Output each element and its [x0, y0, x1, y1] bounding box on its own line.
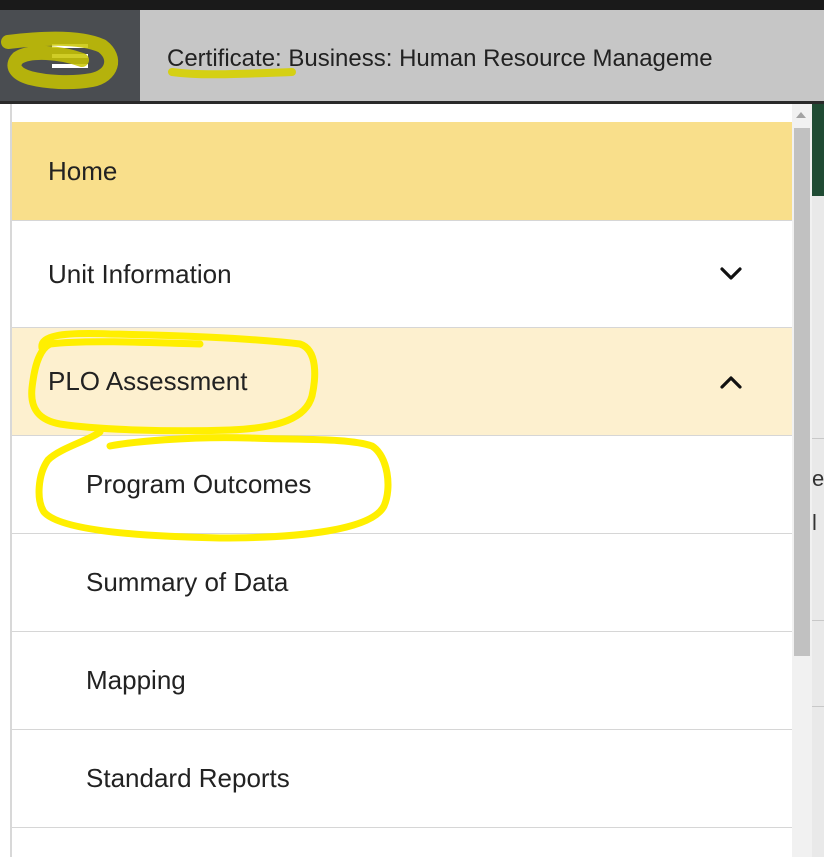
- scrollbar-thumb[interactable]: [794, 128, 810, 656]
- background-divider: [812, 438, 824, 439]
- page-title: Certificate: Business: Human Resource Ma…: [167, 45, 713, 72]
- menu-item-label: Home: [48, 155, 118, 186]
- background-divider: [812, 706, 824, 707]
- menu-item-mapping[interactable]: Mapping: [12, 632, 792, 730]
- menu-toggle-button[interactable]: [0, 10, 140, 102]
- menu-item-unit-information[interactable]: Unit Information: [12, 221, 792, 328]
- menu-item-program-outcomes[interactable]: Program Outcomes: [12, 436, 792, 534]
- menu-item-label: Standard Reports: [86, 763, 290, 793]
- menu-item-standard-reports[interactable]: Standard Reports: [12, 730, 792, 828]
- menu-item-label: Program Outcomes: [86, 469, 312, 499]
- menu-item-label: Unit Information: [48, 258, 232, 289]
- background-partial-text: l: [812, 510, 817, 535]
- menu-item-plo-assessment[interactable]: PLO Assessment: [12, 328, 792, 436]
- navigation-drawer: Home Unit Information PLO Assessment Pro…: [10, 104, 792, 857]
- menu-item-label: Mapping: [86, 665, 186, 695]
- background-green-bar: [812, 104, 824, 196]
- background-divider: [812, 620, 824, 621]
- drawer-scrollbar[interactable]: [792, 104, 812, 857]
- app-header: Certificate: Business: Human Resource Ma…: [0, 10, 824, 102]
- hamburger-menu-icon: [52, 44, 88, 68]
- background-partial-text: e: [812, 466, 824, 491]
- menu-item-label: Summary of Data: [86, 567, 289, 597]
- chevron-up-icon[interactable]: [718, 369, 744, 395]
- top-strip: [0, 0, 824, 10]
- menu-item-label: PLO Assessment: [48, 366, 248, 396]
- chevron-down-icon[interactable]: [718, 261, 744, 287]
- menu-item-home[interactable]: Home: [12, 122, 792, 221]
- scroll-up-arrow-icon[interactable]: [796, 112, 806, 118]
- menu-item-summary-of-data[interactable]: Summary of Data: [12, 534, 792, 632]
